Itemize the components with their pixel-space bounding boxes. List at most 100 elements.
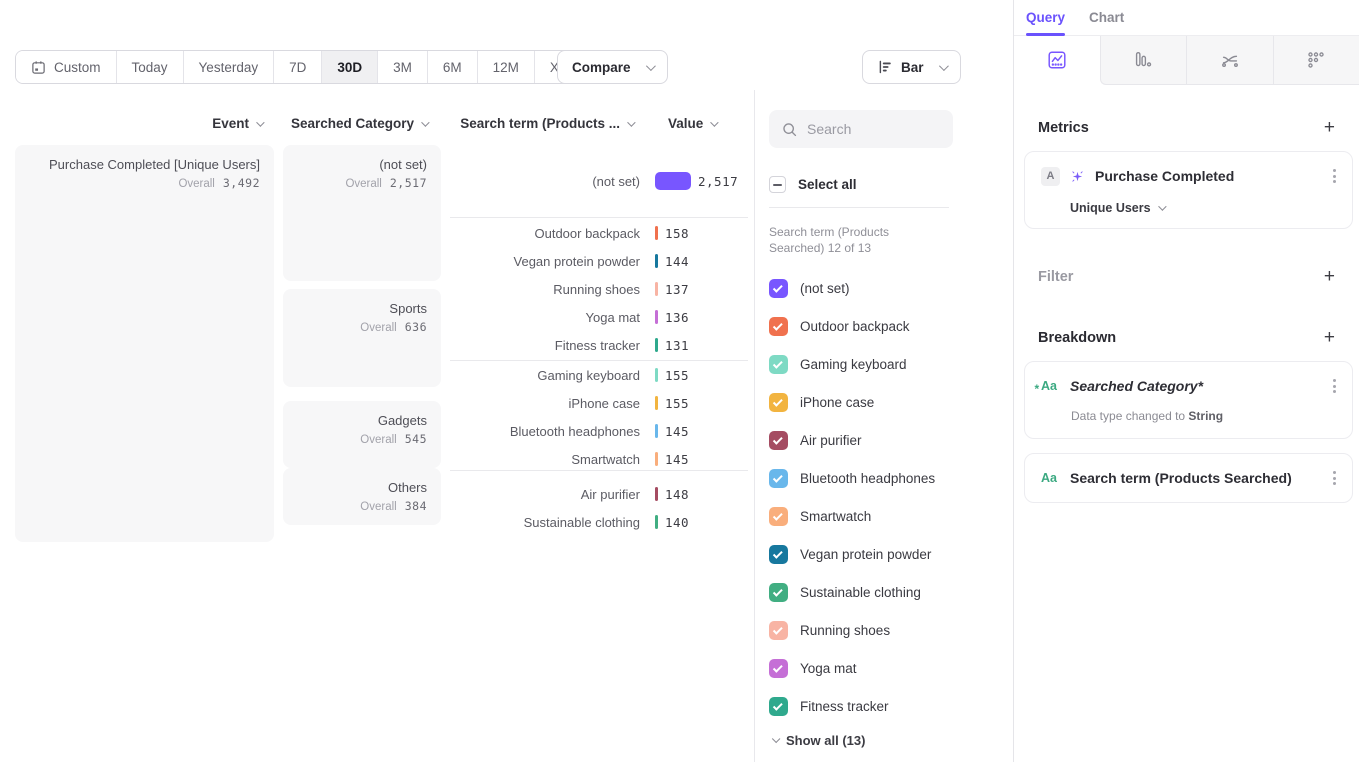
term-checkbox-row[interactable]: Smartwatch bbox=[769, 497, 1000, 535]
term-checkbox-row[interactable]: iPhone case bbox=[769, 383, 1000, 421]
event-cell[interactable]: Purchase Completed [Unique Users] Overal… bbox=[15, 145, 274, 542]
term-checkbox[interactable] bbox=[769, 621, 788, 640]
date-range-button[interactable]: Yesterday bbox=[184, 51, 275, 83]
calendar-icon bbox=[31, 60, 46, 75]
term-checkbox[interactable] bbox=[769, 697, 788, 716]
metric-card[interactable]: A Purchase Completed Unique Users bbox=[1024, 151, 1353, 229]
metrics-heading: Metrics bbox=[1038, 120, 1089, 136]
term-row[interactable]: Outdoor backpack 158 bbox=[450, 219, 748, 247]
sidebar-tab[interactable]: Query bbox=[1026, 0, 1065, 35]
date-range-button[interactable]: 30D bbox=[322, 51, 378, 83]
filter-heading: Filter bbox=[1038, 269, 1073, 285]
breakdown-card[interactable]: Aa Search term (Products Searched) bbox=[1024, 453, 1353, 503]
tab-retention[interactable] bbox=[1273, 36, 1359, 85]
value-text: 2,517 bbox=[698, 174, 738, 189]
term-row[interactable]: Sustainable clothing 140 bbox=[450, 508, 748, 536]
add-filter-button[interactable]: + bbox=[1324, 267, 1335, 286]
select-all-checkbox[interactable] bbox=[769, 176, 786, 193]
date-range-button[interactable]: 6M bbox=[428, 51, 478, 83]
column-header-value[interactable]: Value bbox=[668, 116, 748, 131]
add-breakdown-button[interactable]: + bbox=[1324, 328, 1335, 347]
date-range-button[interactable]: 3M bbox=[378, 51, 428, 83]
term-checkbox[interactable] bbox=[769, 393, 788, 412]
date-range-button[interactable]: 7D bbox=[274, 51, 322, 83]
term-label: Bluetooth headphones bbox=[450, 424, 640, 439]
segment-filter-panel: Select all Search term (Products Searche… bbox=[754, 90, 1014, 762]
term-row[interactable]: Fitness tracker 131 bbox=[450, 331, 748, 359]
term-checkbox-row[interactable]: Bluetooth headphones bbox=[769, 459, 1000, 497]
value-bar bbox=[655, 310, 658, 324]
term-checkbox[interactable] bbox=[769, 583, 788, 602]
term-label: Running shoes bbox=[450, 282, 640, 297]
term-row[interactable]: Bluetooth headphones 145 bbox=[450, 417, 748, 445]
date-range-button[interactable]: Custom bbox=[16, 51, 117, 83]
term-checkbox[interactable] bbox=[769, 545, 788, 564]
term-checkbox-row[interactable]: Vegan protein powder bbox=[769, 535, 1000, 573]
chart-type-button[interactable]: Bar bbox=[862, 50, 961, 84]
term-row[interactable]: Vegan protein powder 144 bbox=[450, 247, 748, 275]
category-cell[interactable]: (not set) Overall2,517 bbox=[283, 145, 441, 281]
term-checkbox[interactable] bbox=[769, 431, 788, 450]
term-row[interactable]: Gaming keyboard 155 bbox=[450, 361, 748, 389]
term-checkbox[interactable] bbox=[769, 469, 788, 488]
tab-insights[interactable] bbox=[1014, 36, 1100, 85]
breakdown-card[interactable]: *Aa Searched Category* Data type changed… bbox=[1024, 361, 1353, 439]
term-checkbox[interactable] bbox=[769, 507, 788, 526]
value-bar bbox=[655, 172, 691, 190]
tab-flows[interactable] bbox=[1186, 36, 1273, 85]
term-row[interactable]: (not set) 2,517 bbox=[450, 149, 748, 213]
term-checkbox-row[interactable]: Fitness tracker bbox=[769, 687, 1000, 725]
column-header-search-term[interactable]: Search term (Products ... bbox=[450, 116, 633, 131]
term-checkbox-row[interactable]: Air purifier bbox=[769, 421, 1000, 459]
add-metric-button[interactable]: + bbox=[1324, 118, 1335, 137]
tab-funnels[interactable] bbox=[1100, 36, 1187, 85]
term-group: Outdoor backpack 158 Vegan protein powde… bbox=[450, 217, 748, 360]
check-icon bbox=[773, 700, 783, 710]
value-text: 155 bbox=[665, 396, 689, 411]
sidebar-tab[interactable]: Chart bbox=[1089, 0, 1124, 35]
term-row[interactable]: iPhone case 155 bbox=[450, 389, 748, 417]
term-checkbox-row[interactable]: Yoga mat bbox=[769, 649, 1000, 687]
check-icon bbox=[773, 396, 783, 406]
term-checkbox-row[interactable]: Gaming keyboard bbox=[769, 345, 1000, 383]
search-input[interactable] bbox=[807, 121, 937, 137]
kebab-menu-icon[interactable] bbox=[1327, 467, 1342, 489]
category-cell[interactable]: Others Overall384 bbox=[283, 468, 441, 525]
term-label: Fitness tracker bbox=[450, 338, 640, 353]
show-all-toggle[interactable]: Show all (13) bbox=[769, 733, 1000, 748]
term-row[interactable]: Running shoes 137 bbox=[450, 275, 748, 303]
breakdown-note: Data type changed to String bbox=[1071, 409, 1342, 423]
column-header-searched-category[interactable]: Searched Category bbox=[283, 116, 427, 131]
date-range-button[interactable]: 12M bbox=[478, 51, 535, 83]
kebab-menu-icon[interactable] bbox=[1327, 375, 1342, 397]
category-cell[interactable]: Sports Overall636 bbox=[283, 289, 441, 387]
term-checkbox[interactable] bbox=[769, 355, 788, 374]
term-checkbox-row[interactable]: Running shoes bbox=[769, 611, 1000, 649]
measure-dropdown[interactable]: Unique Users bbox=[1070, 201, 1342, 215]
term-checkbox[interactable] bbox=[769, 317, 788, 336]
term-checkbox-row[interactable]: Outdoor backpack bbox=[769, 307, 1000, 345]
value-text: 144 bbox=[665, 254, 689, 269]
term-row[interactable]: Smartwatch 145 bbox=[450, 445, 748, 473]
date-range-button[interactable]: Today bbox=[117, 51, 184, 83]
term-row[interactable]: Yoga mat 136 bbox=[450, 303, 748, 331]
term-row[interactable]: Air purifier 148 bbox=[450, 480, 748, 508]
value-bar bbox=[655, 515, 658, 529]
term-checkbox-row[interactable]: (not set) bbox=[769, 269, 1000, 307]
term-checkbox[interactable] bbox=[769, 659, 788, 678]
date-range-label: 3M bbox=[393, 60, 412, 75]
category-cell[interactable]: Gadgets Overall545 bbox=[283, 401, 441, 468]
show-all-label: Show all (13) bbox=[786, 733, 865, 748]
column-header-event[interactable]: Event bbox=[15, 116, 262, 131]
breakdown-title: Search term (Products Searched) bbox=[1070, 470, 1292, 486]
category-overall: Overall636 bbox=[297, 320, 427, 334]
date-range-label: 12M bbox=[493, 60, 519, 75]
select-all-row[interactable]: Select all bbox=[769, 176, 1000, 193]
value-text: 140 bbox=[665, 515, 689, 530]
category-name: Others bbox=[297, 480, 427, 495]
compare-button[interactable]: Compare bbox=[557, 50, 668, 84]
term-checkbox-row[interactable]: Sustainable clothing bbox=[769, 573, 1000, 611]
search-box[interactable] bbox=[769, 110, 953, 148]
kebab-menu-icon[interactable] bbox=[1327, 165, 1342, 187]
term-checkbox[interactable] bbox=[769, 279, 788, 298]
